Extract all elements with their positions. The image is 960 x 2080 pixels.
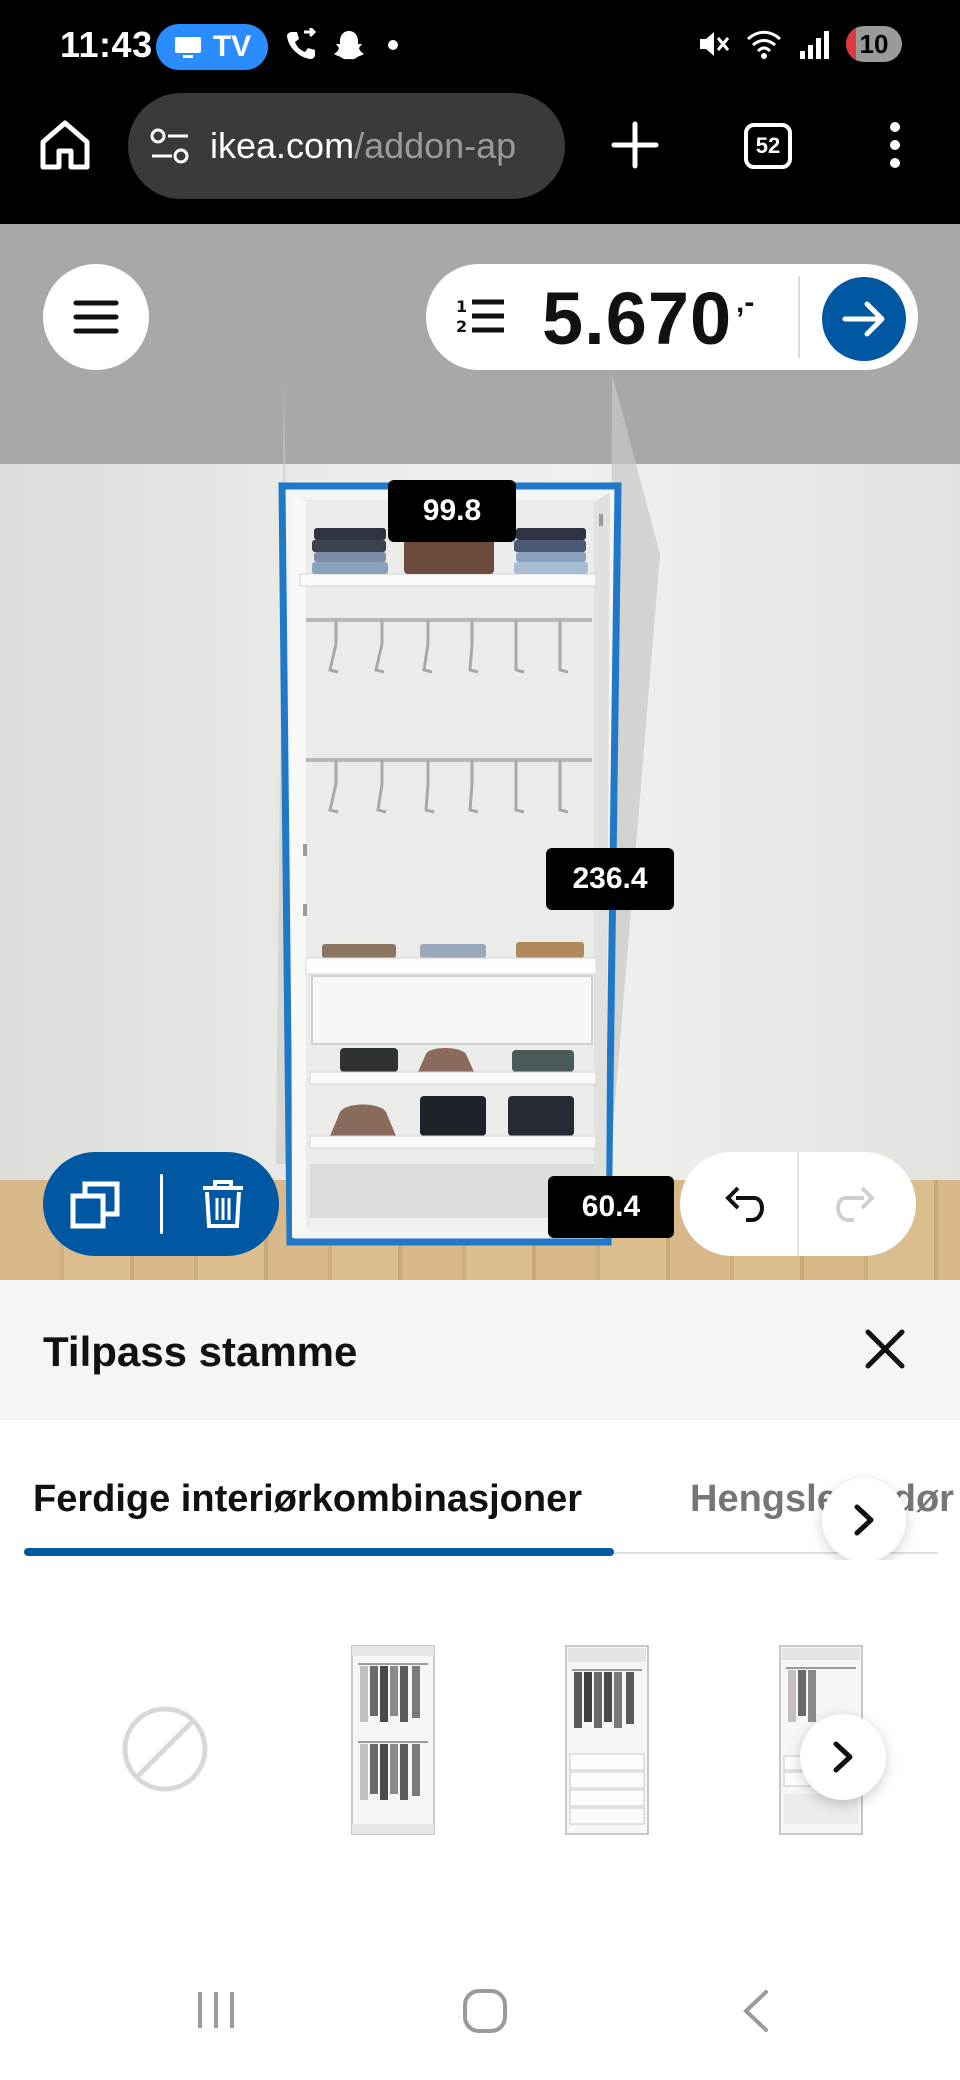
battery-level: 10: [859, 28, 889, 59]
home-nav-icon[interactable]: [462, 1988, 508, 2034]
menu-button[interactable]: [43, 264, 149, 370]
tv-badge-label: TV: [212, 30, 252, 63]
combinations-scroll-right-button[interactable]: [800, 1714, 886, 1800]
continue-button[interactable]: [822, 277, 906, 361]
browser-toolbar: ikea.com/addon-ap 52: [0, 88, 960, 224]
panel-header: Tilpass stamme: [0, 1280, 960, 1420]
system-navigation-bar: [0, 1940, 960, 2080]
divider: [797, 1152, 799, 1256]
close-icon[interactable]: [862, 1326, 908, 1372]
hamburger-icon: [73, 300, 119, 334]
tab-switcher-button[interactable]: 52: [744, 123, 792, 169]
mute-icon: [700, 32, 730, 56]
svg-text:1: 1: [456, 297, 467, 316]
dimension-label-height[interactable]: 236.4: [546, 848, 674, 910]
battery-icon: 10: [846, 26, 902, 62]
signal-icon: [800, 31, 829, 59]
wardrobe-model[interactable]: [0, 224, 960, 1280]
notification-dot: [388, 40, 398, 50]
svg-text:2: 2: [456, 317, 467, 336]
call-forwarding-icon: [287, 28, 317, 59]
address-bar[interactable]: ikea.com/addon-ap: [128, 93, 565, 199]
divider: [160, 1174, 163, 1234]
tab-bar: Ferdige interiørkombinasjoner Hengslede …: [0, 1420, 960, 1560]
url-host: ikea.com: [210, 125, 355, 166]
price-summary[interactable]: 12 5.670 ,-: [426, 264, 918, 370]
dimension-label-width[interactable]: 60.4: [548, 1176, 674, 1238]
undo-icon[interactable]: [724, 1184, 764, 1224]
home-icon[interactable]: [38, 118, 92, 172]
duplicate-icon[interactable]: [69, 1180, 121, 1230]
combination-list: [0, 1560, 960, 1940]
history-controls: [680, 1152, 916, 1256]
panel-title: Tilpass stamme: [43, 1328, 358, 1375]
chevron-right-icon: [833, 1741, 853, 1773]
tv-icon: [174, 37, 201, 58]
recents-icon[interactable]: [194, 1988, 238, 2032]
tab-indicator: [24, 1548, 614, 1556]
snapchat-icon: [334, 31, 364, 60]
total-price: 5.670: [542, 277, 733, 360]
back-icon[interactable]: [738, 1988, 772, 2034]
redo-icon[interactable]: [836, 1184, 876, 1224]
url-text: ikea.com/addon-ap: [210, 125, 516, 167]
kebab-menu-icon[interactable]: [880, 120, 910, 170]
no-combination-option[interactable]: [120, 1704, 210, 1794]
divider: [798, 276, 800, 358]
site-settings-icon[interactable]: [148, 126, 192, 166]
tabs-scroll-right-button[interactable]: [822, 1478, 906, 1560]
wifi-icon: [746, 30, 782, 59]
combination-option-1[interactable]: [350, 1644, 436, 1836]
status-time: 11:43: [60, 24, 153, 65]
battery-fill: [846, 26, 857, 62]
plus-icon[interactable]: [610, 120, 660, 170]
tv-badge[interactable]: TV: [156, 24, 268, 70]
status-bar: 11:43 TV 10: [0, 0, 960, 88]
tab-ferdige-interiorkombinasjoner[interactable]: Ferdige interiørkombinasjoner: [33, 1478, 582, 1521]
tab-count: 52: [755, 133, 781, 158]
trash-icon[interactable]: [199, 1178, 247, 1230]
combination-option-2[interactable]: [564, 1644, 650, 1836]
dimension-label-top[interactable]: 99.8: [388, 480, 516, 542]
arrow-right-icon: [842, 301, 885, 337]
numbered-list-icon: 12: [456, 297, 504, 336]
price-suffix: ,-: [736, 286, 755, 319]
object-actions: [43, 1152, 279, 1256]
url-path: /addon-ap: [354, 125, 517, 166]
planner-viewport[interactable]: 12 5.670 ,- 99.8 236.4 60.4: [0, 224, 960, 1280]
chevron-right-icon: [854, 1504, 874, 1536]
